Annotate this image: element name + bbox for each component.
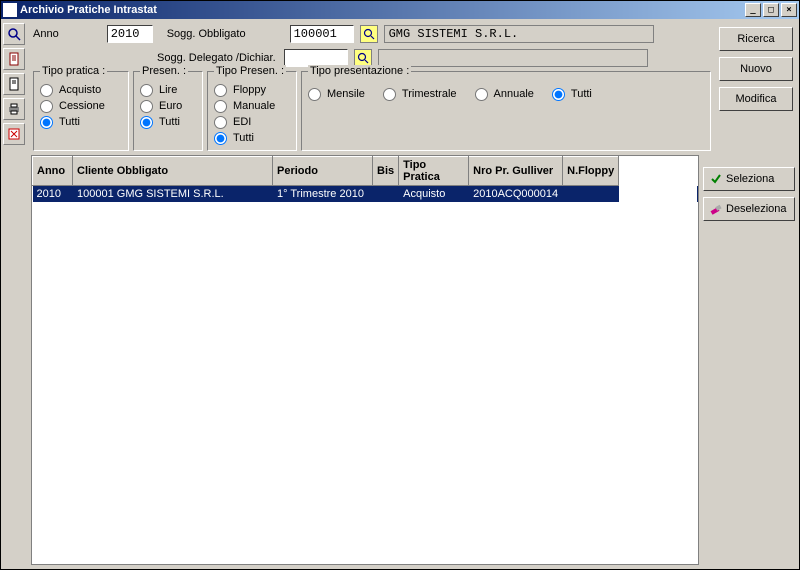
radio-trimestrale-label: Trimestrale (402, 88, 457, 100)
seleziona-button[interactable]: Seleziona (703, 167, 795, 191)
sogg-obbl-label: Sogg. Obbligato (167, 28, 246, 40)
col-bis[interactable]: Bis (373, 157, 399, 186)
close-button[interactable]: × (781, 3, 797, 17)
radio-tpr-tutti[interactable] (214, 132, 227, 145)
radio-manuale[interactable] (214, 100, 227, 113)
sogg-obbl-input[interactable] (290, 25, 354, 43)
selection-buttons: Seleziona Deseleziona (703, 155, 795, 565)
radio-lire[interactable] (140, 84, 153, 97)
ricerca-button[interactable]: Ricerca (719, 27, 793, 51)
sogg-deleg-name (378, 49, 648, 67)
app-window: Archivio Pratiche Intrastat _ □ × (0, 0, 800, 570)
group-tipo-presentazione: Mensile Trimestrale Annuale Tutti (301, 71, 711, 151)
col-cliente[interactable]: Cliente Obbligato (73, 157, 273, 186)
radio-tpr-tutti-label: Tutti (233, 132, 254, 144)
grid-header-row: Anno Cliente Obbligato Periodo Bis Tipo … (33, 157, 698, 186)
col-tipo[interactable]: Tipo Pratica (399, 157, 469, 186)
top-filter-block: Anno Sogg. Obbligato GMG SISTEMI S.R.L. … (29, 21, 797, 153)
grid-area: Anno Cliente Obbligato Periodo Bis Tipo … (29, 153, 797, 567)
anno-label: Anno (33, 28, 59, 40)
check-icon (710, 173, 722, 185)
radio-tpz-tutti[interactable] (552, 88, 565, 101)
group-row: Acquisto Cessione Tutti Lire Euro Tutti … (29, 69, 715, 153)
nuovo-button[interactable]: Nuovo (719, 57, 793, 81)
radio-acquisto-label: Acquisto (59, 84, 101, 96)
tool-print-icon[interactable] (3, 98, 25, 120)
radio-tp-tutti-label: Tutti (59, 116, 80, 128)
radio-mensile-label: Mensile (327, 88, 365, 100)
group-presen: Lire Euro Tutti (133, 71, 203, 151)
tool-export-icon[interactable] (3, 123, 25, 145)
radio-manuale-label: Manuale (233, 100, 275, 112)
app-icon (3, 3, 17, 17)
radio-lire-label: Lire (159, 84, 177, 96)
eraser-icon (710, 203, 722, 215)
minimize-button[interactable]: _ (745, 3, 761, 17)
radio-pr-tutti-label: Tutti (159, 116, 180, 128)
maximize-button[interactable]: □ (763, 3, 779, 17)
radio-mensile[interactable] (308, 88, 321, 101)
radio-tp-tutti[interactable] (40, 116, 53, 129)
radio-annuale-label: Annuale (494, 88, 534, 100)
client-area: Anno Sogg. Obbligato GMG SISTEMI S.R.L. … (1, 19, 799, 569)
sogg-obbl-name: GMG SISTEMI S.R.L. (384, 25, 654, 43)
modifica-button[interactable]: Modifica (719, 87, 793, 111)
tool-edit-icon[interactable] (3, 73, 25, 95)
table-row[interactable]: 2010 100001 GMG SISTEMI S.R.L. 1° Trimes… (33, 186, 698, 203)
titlebar: Archivio Pratiche Intrastat _ □ × (1, 1, 799, 19)
radio-edi[interactable] (214, 116, 227, 129)
col-nfloppy[interactable]: N.Floppy (563, 157, 619, 186)
group-tipo-pratica: Acquisto Cessione Tutti (33, 71, 129, 151)
radio-euro[interactable] (140, 100, 153, 113)
col-anno[interactable]: Anno (33, 157, 73, 186)
tool-search-icon[interactable] (3, 23, 25, 45)
radio-annuale[interactable] (475, 88, 488, 101)
col-periodo[interactable]: Periodo (273, 157, 373, 186)
radio-tpz-tutti-label: Tutti (571, 88, 592, 100)
radio-acquisto[interactable] (40, 84, 53, 97)
action-buttons: Ricerca Nuovo Modifica (715, 21, 797, 153)
radio-trimestrale[interactable] (383, 88, 396, 101)
col-nro[interactable]: Nro Pr. Gulliver (469, 157, 563, 186)
anno-input[interactable] (107, 25, 153, 43)
window-title: Archivio Pratiche Intrastat (20, 4, 743, 16)
radio-floppy[interactable] (214, 84, 227, 97)
radio-edi-label: EDI (233, 116, 251, 128)
deseleziona-button[interactable]: Deseleziona (703, 197, 795, 221)
radio-cessione-label: Cessione (59, 100, 105, 112)
sogg-obbl-search-icon[interactable] (360, 25, 378, 43)
grid[interactable]: Anno Cliente Obbligato Periodo Bis Tipo … (31, 155, 699, 565)
group-tipo-presen: Floppy Manuale EDI Tutti (207, 71, 297, 151)
radio-pr-tutti[interactable] (140, 116, 153, 129)
filter-row-1: Anno Sogg. Obbligato GMG SISTEMI S.R.L. (29, 21, 715, 45)
left-toolbar (3, 21, 29, 567)
radio-euro-label: Euro (159, 100, 182, 112)
main-column: Anno Sogg. Obbligato GMG SISTEMI S.R.L. … (29, 21, 797, 567)
sogg-deleg-label: Sogg. Delegato /Dichiar. (157, 52, 276, 64)
tool-document-icon[interactable] (3, 48, 25, 70)
radio-floppy-label: Floppy (233, 84, 266, 96)
radio-cessione[interactable] (40, 100, 53, 113)
